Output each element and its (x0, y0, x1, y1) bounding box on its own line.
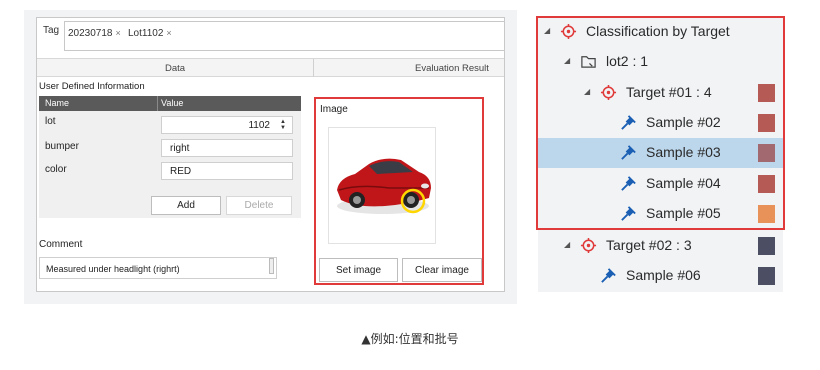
comment-label: Comment (39, 239, 83, 250)
bumper-name-label: bumper (45, 141, 79, 152)
tree-item-sample-06[interactable]: Sample #06 (538, 261, 783, 291)
column-header: Data Evaluation Result (37, 58, 504, 77)
comment-textarea[interactable]: Measured under headlight (righrt) (39, 257, 277, 279)
image-title: Image (320, 104, 348, 115)
remove-tag-icon[interactable]: × (116, 28, 121, 38)
pin-icon (601, 268, 616, 283)
clear-image-button[interactable]: Clear image (402, 258, 482, 282)
color-name-label: color (45, 164, 67, 175)
user-defined-title: User Defined Information (39, 81, 145, 92)
bumper-value-field[interactable]: right (161, 139, 293, 157)
tag-input[interactable]: 20230718 × Lot1102 × (64, 21, 504, 51)
car-image (337, 158, 431, 214)
tag-chip[interactable]: 20230718 × (68, 28, 121, 39)
tag-chip-label: 20230718 (68, 28, 113, 39)
delete-button[interactable]: Delete (226, 196, 292, 215)
data-column-header[interactable]: Data (165, 63, 185, 74)
tag-chip[interactable]: Lot1102 × (128, 28, 172, 39)
comment-scrollbar[interactable] (269, 258, 274, 274)
lot-value-stepper[interactable]: 1102 ▲ ▼ (161, 116, 293, 134)
tag-label: Tag (43, 25, 60, 36)
column-divider (157, 96, 158, 111)
stepper-arrows-icon[interactable]: ▲ ▼ (279, 119, 287, 131)
tree-item-label: Target #02 : 3 (606, 237, 692, 253)
sample-editor-panel: Tag 20230718 × Lot1102 × Data Evaluation R… (36, 17, 505, 292)
color-swatch[interactable] (758, 237, 775, 255)
image-panel: Image Set image Clear image (314, 97, 484, 285)
target-icon (580, 237, 597, 254)
set-image-button[interactable]: Set image (319, 258, 398, 282)
column-divider[interactable] (313, 59, 314, 77)
tag-row: Tag 20230718 × Lot1102 × (37, 18, 504, 52)
tag-chip-label: Lot1102 (128, 28, 164, 39)
color-value-field[interactable]: RED (161, 162, 293, 180)
value-column-header: Value (161, 98, 184, 108)
remove-tag-icon[interactable]: × (166, 28, 171, 38)
highlight-box (536, 16, 785, 230)
lot-value: 1102 (248, 120, 270, 131)
tree-item-target-02[interactable]: ◢ Target #02 : 3 (538, 231, 783, 261)
color-swatch[interactable] (758, 267, 775, 285)
add-button[interactable]: Add (151, 196, 221, 215)
lot-name-label: lot (45, 116, 56, 127)
table-header: Name Value (39, 96, 301, 111)
name-column-header: Name (45, 98, 70, 108)
sample-image (328, 127, 436, 244)
figure-caption: ▲例如:位置和批号 (361, 332, 459, 346)
tree-item-label: Sample #06 (626, 267, 701, 283)
evaluation-column-header[interactable]: Evaluation Result (415, 63, 489, 74)
collapse-arrow-icon[interactable]: ◢ (564, 240, 570, 249)
